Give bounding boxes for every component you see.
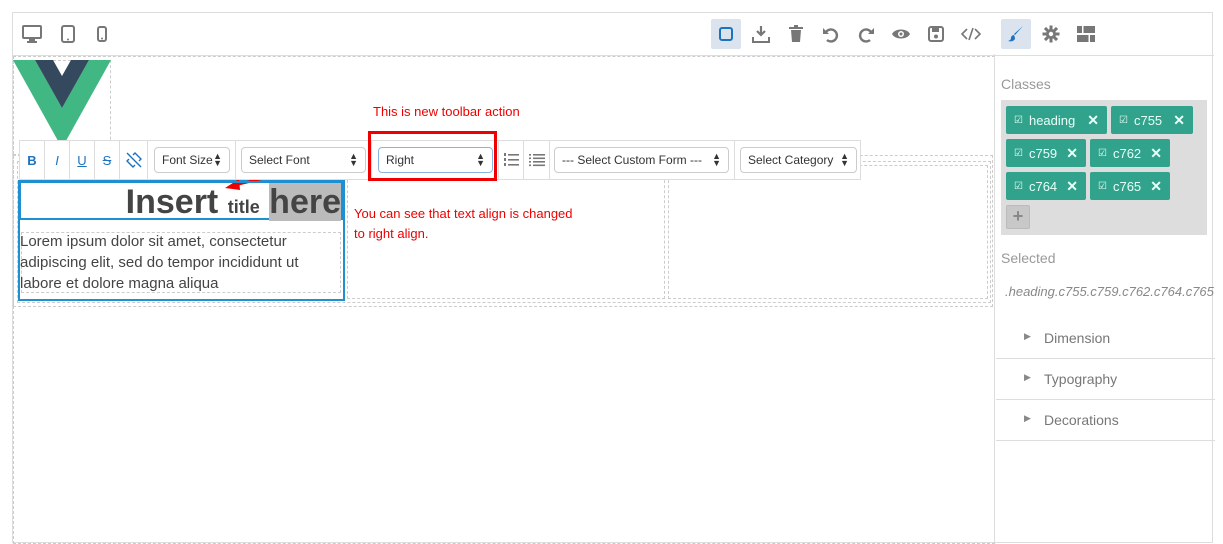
class-tag-label: heading [1028, 112, 1076, 128]
caret-icon: ▲ ▼ [349, 151, 358, 168]
checkbox-icon[interactable]: ☑ [1098, 148, 1107, 159]
category-label: Select Category [748, 153, 834, 167]
category-select[interactable]: Select Category ▲ ▼ [740, 147, 857, 173]
annotation-align-note-2: to right align. [354, 226, 429, 241]
class-tag-label: c755 [1133, 112, 1163, 128]
close-icon[interactable]: ✕ [1066, 178, 1078, 195]
sector-label: Typography [1044, 371, 1118, 387]
checkbox-icon[interactable]: ☑ [1014, 148, 1023, 159]
class-tag[interactable]: ☑ c762 ✕ [1090, 139, 1170, 167]
class-tag[interactable]: ☑ heading ✕ [1006, 106, 1107, 134]
close-icon[interactable]: ✕ [1066, 145, 1078, 162]
classes-title: Classes [1001, 76, 1051, 92]
download-icon[interactable] [746, 19, 776, 49]
sector-typography[interactable]: ▶ Typography [996, 359, 1215, 400]
caret-right-icon: ▶ [1024, 413, 1031, 423]
ordered-list-icon[interactable] [498, 141, 524, 179]
add-class-button[interactable]: + [1006, 205, 1030, 229]
sector-dimension[interactable]: ▶ Dimension [996, 318, 1215, 359]
caret-right-icon: ▶ [1024, 331, 1031, 341]
class-tag-label: c764 [1028, 178, 1058, 194]
custom-form-select[interactable]: --- Select Custom Form --- ▲ ▼ [554, 147, 729, 173]
class-tag[interactable]: ☑ c764 ✕ [1006, 172, 1086, 200]
font-size-label: Font Size [162, 153, 213, 167]
custom-form-label: --- Select Custom Form --- [562, 153, 703, 167]
tablet-icon[interactable] [53, 19, 83, 49]
close-icon[interactable]: ✕ [1173, 112, 1185, 129]
font-select[interactable]: Select Font ▲ ▼ [241, 147, 366, 173]
redo-icon[interactable] [851, 19, 881, 49]
heading-text: Insert title here [125, 183, 341, 224]
unordered-list-icon[interactable] [524, 141, 550, 179]
bold-button[interactable]: B [20, 141, 45, 179]
save-icon[interactable] [921, 19, 951, 49]
checkbox-icon[interactable]: ☑ [1098, 181, 1107, 192]
undo-icon[interactable] [816, 19, 846, 49]
close-icon[interactable]: ✕ [1150, 178, 1162, 195]
code-icon[interactable] [956, 19, 986, 49]
square-outline-icon[interactable] [711, 19, 741, 49]
paragraph-text[interactable]: Lorem ipsum dolor sit amet, consectetur … [20, 231, 344, 294]
strikethrough-button[interactable]: S [95, 141, 120, 179]
heading-part-1: Insert [125, 183, 219, 221]
class-tag-label: c762 [1112, 145, 1142, 161]
caret-icon: ▲ ▼ [213, 151, 222, 168]
checkbox-icon[interactable]: ☑ [1119, 115, 1128, 126]
annotation-toolbar-note: This is new toolbar action [373, 104, 520, 119]
heading-part-2: title [227, 197, 260, 217]
class-tag-label: c765 [1112, 178, 1142, 194]
sector-label: Decorations [1044, 412, 1119, 428]
grid-icon[interactable] [1071, 19, 1101, 49]
sector-label: Dimension [1044, 330, 1111, 346]
caret-right-icon: ▶ [1024, 372, 1031, 382]
link-icon[interactable] [120, 141, 148, 179]
highlight-box [368, 131, 497, 181]
paint-brush-icon[interactable] [1001, 19, 1031, 49]
mobile-icon[interactable] [87, 19, 117, 49]
class-tag[interactable]: ☑ c765 ✕ [1090, 172, 1170, 200]
close-icon[interactable]: ✕ [1150, 145, 1162, 162]
desktop-icon[interactable] [17, 19, 47, 49]
selected-selector: .heading.c755.c759.c762.c764.c765 [1005, 284, 1214, 299]
eye-icon[interactable] [886, 19, 916, 49]
class-tag[interactable]: ☑ c759 ✕ [1006, 139, 1086, 167]
close-icon[interactable]: ✕ [1087, 112, 1099, 129]
italic-button[interactable]: I [45, 141, 70, 179]
checkbox-icon[interactable]: ☑ [1014, 181, 1023, 192]
selected-title: Selected [1001, 250, 1056, 266]
panel-switcher [995, 13, 1214, 56]
canvas[interactable] [13, 56, 995, 544]
checkbox-icon[interactable]: ☑ [1014, 115, 1023, 126]
class-tag-label: c759 [1028, 145, 1058, 161]
font-size-select[interactable]: Font Size ▲ ▼ [154, 147, 230, 173]
annotation-align-note-1: You can see that text align is changed [354, 206, 573, 221]
caret-icon: ▲ ▼ [712, 151, 721, 168]
underline-button[interactable]: U [70, 141, 95, 179]
heading[interactable]: Insert title here [19, 181, 343, 221]
top-toolbar [13, 13, 995, 56]
caret-icon: ▲ ▼ [840, 151, 849, 168]
sector-decorations[interactable]: ▶ Decorations [996, 400, 1215, 441]
trash-icon[interactable] [781, 19, 811, 49]
heading-part-3-selected: here [269, 183, 341, 221]
classes-container: ☑ heading ✕ ☑ c755 ✕ ☑ c759 ✕ ☑ c762 ✕ ☑… [1001, 100, 1207, 235]
font-label: Select Font [249, 153, 310, 167]
class-tag[interactable]: ☑ c755 ✕ [1111, 106, 1193, 134]
gear-icon[interactable] [1036, 19, 1066, 49]
cell-3 [668, 165, 988, 299]
